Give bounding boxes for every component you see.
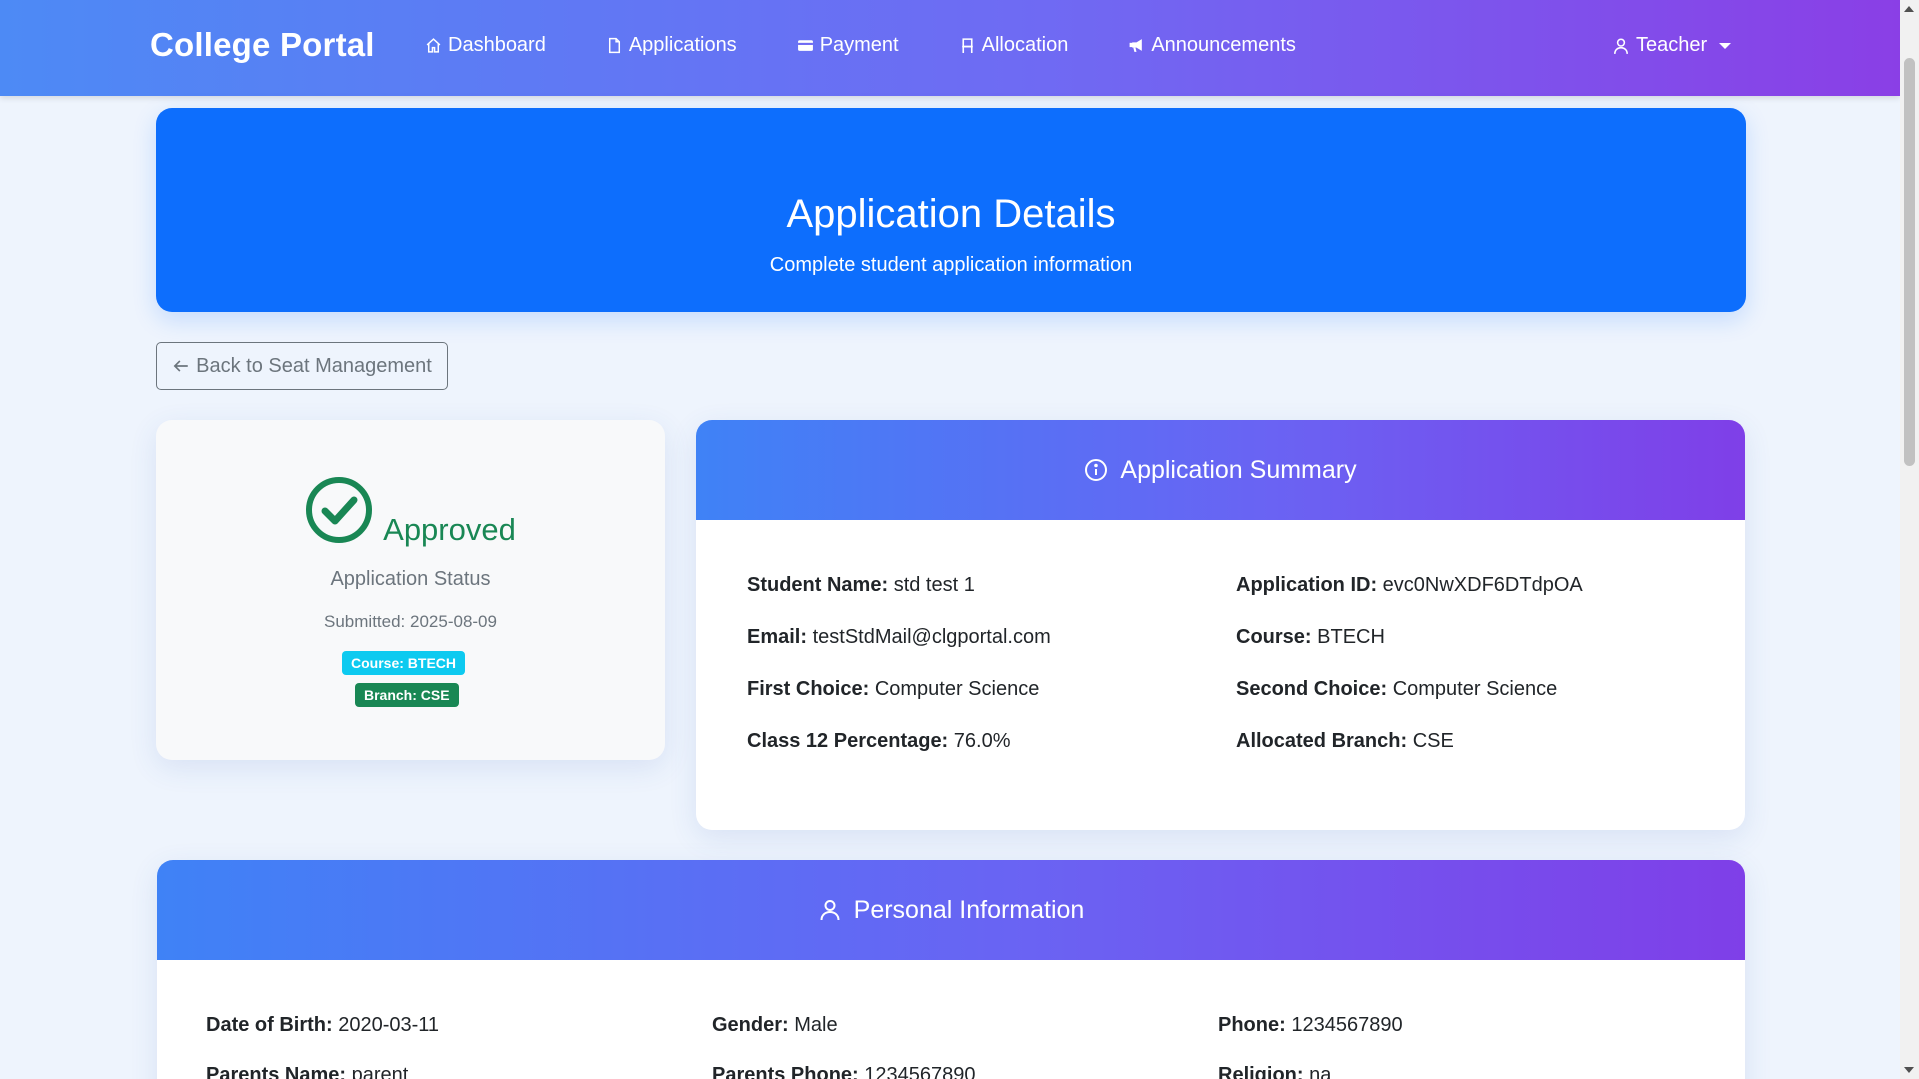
- user-label: Teacher: [1636, 34, 1708, 56]
- top-navbar: College Portal Dashboard Applications Pa…: [0, 0, 1900, 96]
- gender-field: Gender: Male: [712, 1014, 838, 1037]
- application-status-card: Approved Application Status Submitted: 2…: [156, 420, 665, 760]
- parents-name-field: Parents Name: parent: [206, 1064, 408, 1079]
- nav-dashboard-label: Dashboard: [448, 34, 546, 56]
- field-value: na: [1309, 1064, 1332, 1079]
- religion-field: Religion: na: [1218, 1064, 1331, 1079]
- field-label: Gender:: [712, 1014, 789, 1036]
- field-label: Date of Birth:: [206, 1014, 333, 1036]
- user-icon: [1614, 37, 1628, 54]
- allocated-branch-field: Allocated Branch: CSE: [1236, 730, 1454, 753]
- nav-payment-label: Payment: [819, 34, 899, 56]
- nav-links: Dashboard Applications Payment Allocatio…: [425, 34, 1356, 57]
- field-value: parent: [351, 1064, 409, 1079]
- branch-badge: Branch: CSE: [355, 683, 459, 707]
- user-dropdown[interactable]: Teacher: [1612, 34, 1732, 57]
- scroll-thumb[interactable]: [1904, 58, 1915, 466]
- credit-card-icon: [797, 40, 813, 51]
- field-value: 1234567890: [1291, 1014, 1403, 1036]
- status-label: Application Status: [330, 568, 491, 590]
- submitted-date: Submitted: 2025-08-09: [324, 612, 497, 631]
- page-header-banner: Application Details Complete student app…: [156, 108, 1746, 312]
- field-value: Computer Science: [874, 678, 1040, 700]
- field-label: Parents Name:: [206, 1064, 347, 1079]
- back-button-label: Back to Seat Management: [196, 354, 432, 377]
- summary-card-header: Application Summary: [696, 420, 1745, 520]
- parents-phone-field: Parents Phone: 1234567890: [712, 1064, 976, 1079]
- nav-allocation-label: Allocation: [981, 34, 1069, 56]
- page-subtitle: Complete student application information: [769, 254, 1133, 276]
- personal-card-header: Personal Information: [157, 860, 1745, 960]
- field-value: BTECH: [1317, 626, 1385, 648]
- brand-logo[interactable]: College Portal: [150, 26, 375, 64]
- personal-information-card: Personal Information Date of Birth: 2020…: [157, 860, 1745, 1079]
- second-choice-field: Second Choice: Computer Science: [1236, 678, 1557, 701]
- nav-allocation[interactable]: Allocation: [959, 34, 1069, 57]
- nav-applications[interactable]: Applications: [606, 34, 737, 57]
- student-name-field: Student Name: std test 1: [747, 574, 975, 597]
- arrow-left-icon: [173, 360, 188, 372]
- summary-card-title: Application Summary: [1120, 455, 1357, 484]
- field-label: Student Name:: [747, 574, 889, 596]
- chair-icon: [961, 38, 973, 53]
- application-id-field: Application ID: evc0NwXDF6DTdpOA: [1236, 574, 1583, 597]
- field-value: std test 1: [893, 574, 975, 596]
- field-label: Allocated Branch:: [1236, 730, 1408, 752]
- field-value: 1234567890: [864, 1064, 976, 1079]
- phone-field: Phone: 1234567890: [1218, 1014, 1403, 1037]
- nav-payment[interactable]: Payment: [797, 34, 899, 57]
- field-value: CSE: [1412, 730, 1454, 752]
- home-icon: [426, 38, 441, 53]
- megaphone-icon: [1129, 39, 1143, 52]
- field-label: Application ID:: [1236, 574, 1378, 596]
- back-to-seat-management-button[interactable]: Back to Seat Management: [156, 342, 448, 390]
- nav-announcements-label: Announcements: [1151, 34, 1296, 56]
- field-label: Second Choice:: [1236, 678, 1388, 700]
- field-label: Religion:: [1218, 1064, 1304, 1079]
- status-header: Approved: [156, 476, 665, 547]
- check-circle-icon: [306, 477, 373, 543]
- field-label: Email:: [747, 626, 808, 648]
- personal-card-title: Personal Information: [853, 895, 1085, 924]
- user-icon: [820, 900, 840, 921]
- document-icon: [608, 37, 620, 54]
- field-value: Male: [794, 1014, 838, 1036]
- page-title: Application Details: [786, 192, 1116, 236]
- scroll-up-arrow-icon[interactable]: [1904, 6, 1914, 12]
- course-field: Course: BTECH: [1236, 626, 1385, 649]
- email-field: Email: testStdMail@clgportal.com: [747, 626, 1051, 649]
- field-value: testStdMail@clgportal.com: [812, 626, 1051, 648]
- nav-applications-label: Applications: [628, 34, 737, 56]
- info-circle-icon: [1085, 459, 1108, 481]
- field-value: 2020-03-11: [338, 1014, 440, 1036]
- nav-dashboard[interactable]: Dashboard: [425, 34, 546, 57]
- field-label: First Choice:: [747, 678, 870, 700]
- chevron-down-icon: [1719, 42, 1732, 49]
- course-badge: Course: BTECH: [342, 651, 466, 675]
- first-choice-field: First Choice: Computer Science: [747, 678, 1039, 701]
- field-label: Class 12 Percentage:: [747, 730, 949, 752]
- dob-field: Date of Birth: 2020-03-11: [206, 1014, 439, 1037]
- nav-announcements[interactable]: Announcements: [1128, 34, 1296, 57]
- field-value: evc0NwXDF6DTdpOA: [1382, 574, 1583, 596]
- page-scrollbar[interactable]: [1900, 0, 1919, 1079]
- field-label: Course:: [1236, 626, 1312, 648]
- field-value: 76.0%: [953, 730, 1011, 752]
- application-summary-card: Application Summary Student Name: std te…: [696, 420, 1745, 830]
- scroll-down-arrow-icon[interactable]: [1904, 1067, 1914, 1073]
- field-label: Phone:: [1218, 1014, 1286, 1036]
- class12-percentage-field: Class 12 Percentage: 76.0%: [747, 730, 1011, 753]
- field-value: Computer Science: [1392, 678, 1558, 700]
- field-label: Parents Phone:: [712, 1064, 859, 1079]
- status-value: Approved: [383, 512, 516, 547]
